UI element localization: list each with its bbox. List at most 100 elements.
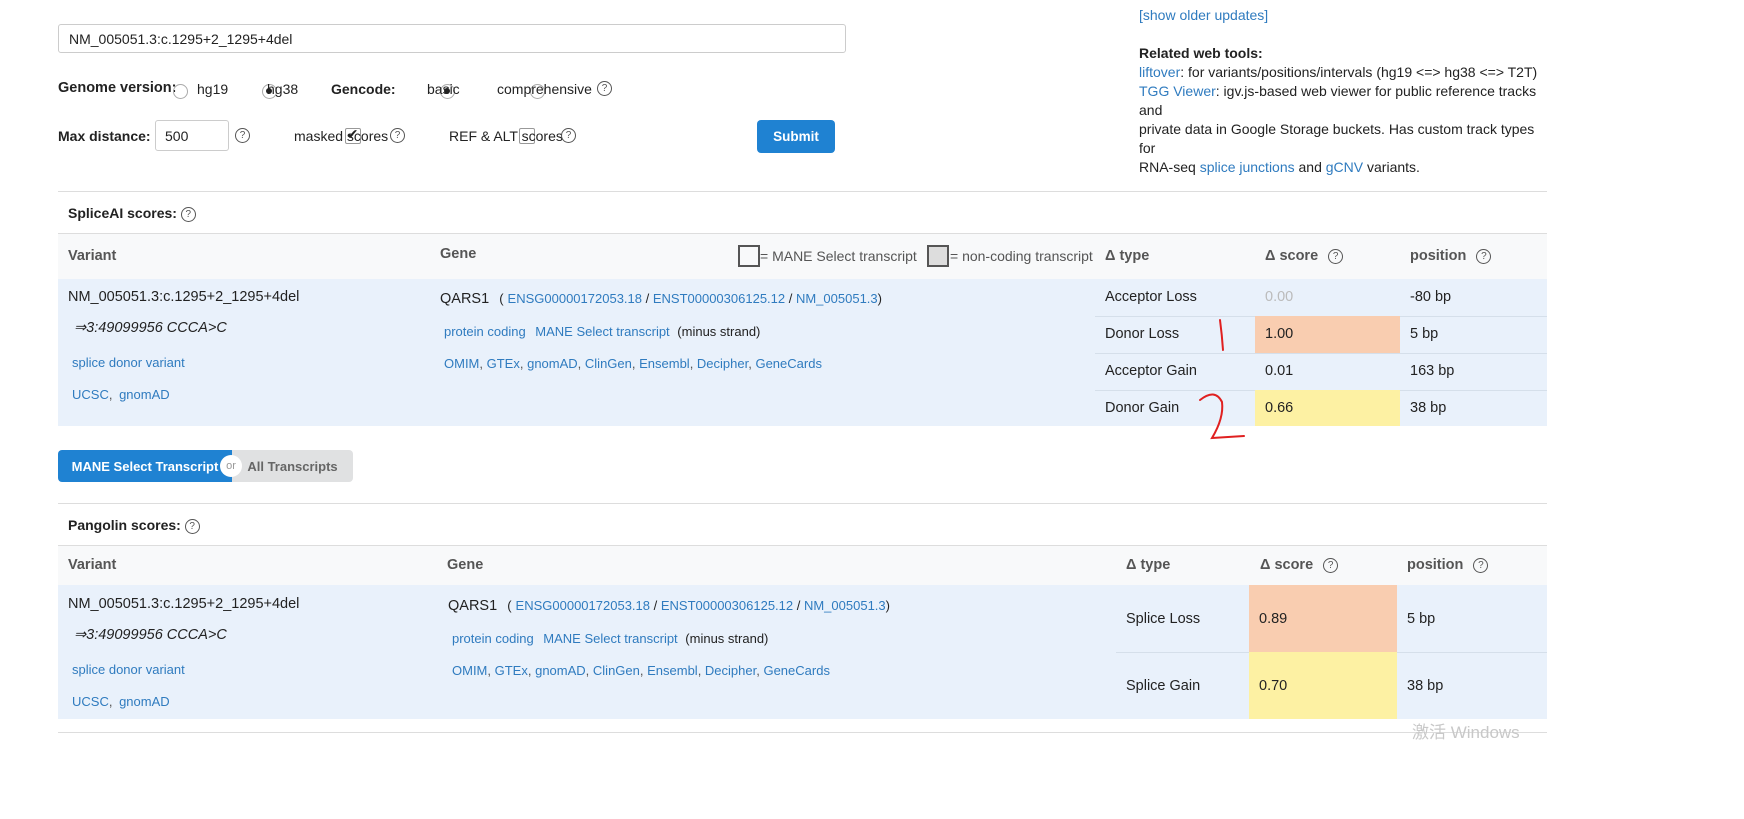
position-help-icon[interactable]: ? (1476, 248, 1492, 264)
spliceai-strand: (minus strand) (677, 324, 761, 339)
ref-alt-help-icon[interactable]: ? (561, 128, 576, 143)
spliceai-ucsc-link[interactable]: UCSC (72, 387, 109, 402)
pangolin-score-help-icon[interactable]: ? (1323, 557, 1339, 573)
pangolin-ensembl-link[interactable]: Ensembl (647, 663, 698, 678)
spliceai-transcript-link[interactable]: ENST00000306125.12 (653, 291, 785, 306)
spliceai-gene-name: QARS1 (440, 291, 490, 307)
masked-scores-label: masked scores (294, 128, 389, 144)
pangolin-help-icon[interactable]: ? (184, 518, 200, 534)
noncoding-legend-label: = non-coding transcript (950, 248, 1093, 264)
spliceai-row-score: 0.66 (1265, 400, 1294, 416)
spliceai-gtex-link[interactable]: GTEx (487, 356, 520, 371)
spliceai-mane-tag: MANE Select transcript (535, 324, 670, 339)
pangolin-omim-link[interactable]: OMIM (452, 663, 487, 678)
submit-button[interactable]: Submit (757, 120, 835, 153)
spliceai-genecards-link[interactable]: GeneCards (755, 356, 821, 371)
spliceai-variant-converted: ⇒3:49099956 CCCA>C (74, 320, 227, 336)
handwritten-annotations (1199, 319, 1245, 440)
spliceai-clingen-link[interactable]: ClinGen (585, 356, 632, 371)
annotation-mark-2 (1199, 393, 1245, 440)
liftover-link[interactable]: liftover (1139, 64, 1180, 80)
max-distance-help-icon[interactable]: ? (235, 128, 250, 143)
related-tools: Related web tools: liftover: for variant… (1139, 44, 1539, 177)
spliceai-row-position: 5 bp (1410, 326, 1439, 342)
spliceai-refseq-link[interactable]: NM_005051.3 (796, 291, 878, 306)
max-distance-label: Max distance: (58, 128, 151, 144)
pangolin-row-type: Splice Gain (1126, 678, 1201, 694)
spliceai-biotype: protein coding (444, 324, 526, 339)
pangolin-transcript-link[interactable]: ENST00000306125.12 (661, 598, 793, 613)
tgg-viewer-link[interactable]: TGG Viewer (1139, 83, 1216, 99)
pangolin-consequence[interactable]: splice donor variant (72, 662, 185, 677)
annotation-mark-1 (1219, 319, 1224, 351)
spliceai-col-type: Δ type (1105, 248, 1150, 264)
pangolin-strand: (minus strand) (685, 631, 769, 646)
pangolin-row-score: 0.70 (1259, 678, 1288, 694)
max-distance-input[interactable] (155, 120, 229, 151)
gcnv-link[interactable]: gCNV (1326, 159, 1363, 175)
pangolin-gtex-link[interactable]: GTEx (495, 663, 528, 678)
gencode-help-icon[interactable]: ? (597, 81, 612, 96)
noncoding-legend-box (927, 245, 949, 267)
pangolin-variant-converted: ⇒3:49099956 CCCA>C (74, 627, 227, 643)
spliceai-decipher-link[interactable]: Decipher (697, 356, 748, 371)
ref-alt-label: REF & ALT scores (449, 128, 563, 144)
mane-legend-label: = MANE Select transcript (760, 248, 917, 264)
genome-version-label: Genome version: (58, 80, 177, 96)
spliceai-row-type: Acceptor Loss (1105, 289, 1197, 305)
tgg-desc-3: RNA-seq (1139, 159, 1200, 175)
hg19-label: hg19 (197, 81, 229, 97)
variant-input[interactable] (58, 24, 846, 53)
pangolin-genecards-link[interactable]: GeneCards (763, 663, 829, 678)
spliceai-ensembl-link[interactable]: Ensembl (639, 356, 690, 371)
pangolin-gnomad-link[interactable]: gnomAD (119, 694, 170, 709)
spliceai-col-variant: Variant (68, 248, 117, 264)
and-text: and (1294, 159, 1326, 175)
comprehensive-label: comprehensive (497, 81, 592, 97)
spliceai-row-score: 0.00 (1265, 289, 1294, 305)
all-transcripts-button[interactable]: All Transcripts (232, 450, 353, 482)
spliceai-row-score: 1.00 (1265, 326, 1294, 342)
basic-label: basic (427, 81, 460, 97)
spliceai-gnomad-link[interactable]: gnomAD (119, 387, 170, 402)
pangolin-col-score: Δ score (1260, 557, 1314, 573)
pangolin-variant: NM_005051.3:c.1295+2_1295+4del (68, 596, 300, 612)
spliceai-gnomad-gene-link[interactable]: gnomAD (527, 356, 578, 371)
pangolin-gnomad-gene-link[interactable]: gnomAD (535, 663, 586, 678)
pangolin-clingen-link[interactable]: ClinGen (593, 663, 640, 678)
variants-text: variants. (1363, 159, 1420, 175)
spliceai-col-score: Δ score (1265, 248, 1319, 264)
pangolin-title: Pangolin scores: (68, 517, 181, 533)
spliceai-gene-id-link[interactable]: ENSG00000172053.18 (508, 291, 642, 306)
hg19-radio[interactable] (173, 83, 188, 99)
pangolin-gene-id-link[interactable]: ENSG00000172053.18 (516, 598, 650, 613)
score-help-icon[interactable]: ? (1328, 248, 1344, 264)
pangolin-row-position: 5 bp (1407, 611, 1436, 627)
pangolin-col-position: position (1407, 557, 1464, 573)
splice-junctions-link[interactable]: splice junctions (1200, 159, 1295, 175)
pangolin-decipher-link[interactable]: Decipher (705, 663, 756, 678)
spliceai-row-type: Donor Gain (1105, 400, 1180, 416)
masked-help-icon[interactable]: ? (390, 128, 405, 143)
pangolin-row-score: 0.89 (1259, 611, 1288, 627)
mane-legend-box (738, 245, 760, 267)
mane-select-transcript-button[interactable]: MANE Select Transcript (58, 450, 232, 482)
spliceai-help-icon[interactable]: ? (180, 206, 196, 222)
pangolin-position-help-icon[interactable]: ? (1473, 557, 1489, 573)
spliceai-consequence[interactable]: splice donor variant (72, 355, 185, 370)
pangolin-col-gene: Gene (447, 557, 484, 573)
pangolin-ucsc-link[interactable]: UCSC (72, 694, 109, 709)
pangolin-refseq-link[interactable]: NM_005051.3 (804, 598, 886, 613)
show-older-updates-link[interactable]: [show older updates] (1139, 7, 1268, 23)
pangolin-mane-tag: MANE Select transcript (543, 631, 678, 646)
pangolin-gene-name: QARS1 (448, 598, 498, 614)
related-tools-title: Related web tools: (1139, 45, 1263, 61)
spliceai-row-position: 163 bp (1410, 363, 1455, 379)
pangolin-row-position: 38 bp (1407, 678, 1444, 694)
gencode-label: Gencode: (331, 81, 396, 97)
spliceai-col-position: position (1410, 248, 1467, 264)
spliceai-row-position: 38 bp (1410, 400, 1447, 416)
pangolin-col-variant: Variant (68, 557, 117, 573)
spliceai-omim-link[interactable]: OMIM (444, 356, 479, 371)
pangolin-row-type: Splice Loss (1126, 611, 1201, 627)
